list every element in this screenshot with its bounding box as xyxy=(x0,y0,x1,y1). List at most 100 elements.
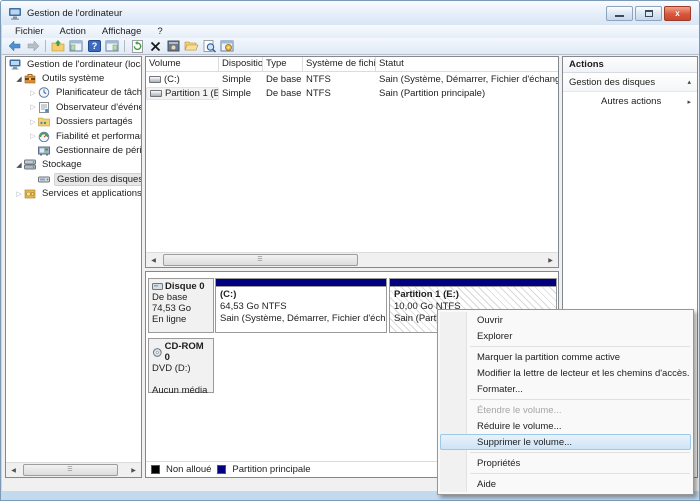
menu-item-proprietes[interactable]: Propriétés xyxy=(440,455,691,471)
menu-item-explorer[interactable]: Explorer xyxy=(440,328,691,344)
actions-autres-actions[interactable]: Autres actions ▸ xyxy=(563,92,697,111)
collapsed-icon[interactable]: ▷ xyxy=(28,103,38,111)
tree-item-root[interactable]: Gestion de l'ordinateur (local) xyxy=(6,57,141,71)
event-viewer-icon xyxy=(38,102,50,113)
forward-icon[interactable] xyxy=(24,38,42,54)
services-icon xyxy=(24,188,36,199)
col-type[interactable]: Type xyxy=(263,57,303,71)
actions-section-gestion-des-disques[interactable]: Gestion des disques ▴ xyxy=(563,73,697,92)
tree-item-gestion-des-disques[interactable]: Gestion des disques xyxy=(6,172,141,186)
volume-status: Sain (Partition principale) xyxy=(376,88,558,99)
disk-status: En ligne xyxy=(152,314,210,325)
scroll-left-icon[interactable]: ◀ xyxy=(146,253,161,268)
maximize-button[interactable] xyxy=(635,6,662,21)
cdrom-name: CD-ROM 0 xyxy=(165,341,210,363)
tree-item-label: Gestion des disques xyxy=(54,173,141,186)
expanded-icon[interactable]: ◢ xyxy=(14,161,24,169)
collapsed-icon[interactable]: ▷ xyxy=(28,118,38,126)
partition-name: Partition 1 (E:) xyxy=(394,289,552,301)
customize-icon[interactable] xyxy=(218,38,236,54)
tree-item-dossiers-partages[interactable]: ▷ Dossiers partagés xyxy=(6,115,141,129)
computer-management-window: Gestion de l'ordinateur x Fichier Action… xyxy=(0,0,700,501)
tree-item-outils-systeme[interactable]: ◢ Outils système xyxy=(6,71,141,85)
menu-item-formater[interactable]: Formater... xyxy=(440,381,691,397)
collapsed-icon[interactable]: ▷ xyxy=(14,190,24,198)
title-bar[interactable]: Gestion de l'ordinateur x xyxy=(1,1,699,25)
partition-c[interactable]: (C:) 64,53 Go NTFS Sain (Système, Démarr… xyxy=(215,278,387,333)
cd-rom-icon xyxy=(152,348,163,357)
tree-horizontal-scrollbar[interactable]: ◀ ☰ ▶ xyxy=(6,462,141,477)
minimize-button[interactable] xyxy=(606,6,633,21)
menu-item-aide[interactable]: Aide xyxy=(440,476,691,492)
scrollbar-thumb[interactable]: ☰ xyxy=(163,254,358,266)
tree-item-label: Stockage xyxy=(40,159,84,170)
col-statut[interactable]: Statut xyxy=(376,57,558,71)
computer-icon xyxy=(9,59,21,70)
show-console-tree-icon[interactable] xyxy=(67,38,85,54)
close-button[interactable]: x xyxy=(664,6,691,21)
menu-item-marquer-active[interactable]: Marquer la partition comme active xyxy=(440,349,691,365)
tree-item-gestionnaire-peripheriques[interactable]: Gestionnaire de périphériques xyxy=(6,143,141,157)
col-disposition[interactable]: Disposition xyxy=(219,57,263,71)
menu-item-ouvrir[interactable]: Ouvrir xyxy=(440,312,691,328)
menu-item-reduire-volume[interactable]: Réduire le volume... xyxy=(440,418,691,434)
flyout-arrow-icon: ▸ xyxy=(687,98,691,106)
volume-list-horizontal-scrollbar[interactable]: ◀ ☰ ▶ xyxy=(146,252,558,267)
col-volume[interactable]: Volume xyxy=(146,57,219,71)
tree-item-fiabilite[interactable]: ▷ Fiabilité et performance xyxy=(6,129,141,143)
partition-primary-bar xyxy=(216,279,386,287)
menu-separator xyxy=(470,399,690,400)
actions-title: Actions xyxy=(563,57,697,73)
cdrom0-header[interactable]: CD-ROM 0 DVD (D:) Aucun média xyxy=(148,338,214,393)
refresh-icon[interactable] xyxy=(128,38,146,54)
actions-section-label: Gestion des disques xyxy=(569,77,687,88)
scrollbar-thumb[interactable]: ☰ xyxy=(23,464,118,476)
open-folder-icon[interactable] xyxy=(182,38,200,54)
cdrom-status: Aucun média xyxy=(152,385,210,396)
up-level-icon[interactable] xyxy=(49,38,67,54)
expanded-icon[interactable]: ◢ xyxy=(14,75,24,83)
collapsed-icon[interactable]: ▷ xyxy=(28,89,38,97)
shared-folders-icon xyxy=(38,116,50,127)
display-options-icon[interactable] xyxy=(200,38,218,54)
partition-size: 64,53 Go NTFS xyxy=(220,301,382,313)
tree-item-label: Dossiers partagés xyxy=(54,116,135,127)
tree-item-services-applications[interactable]: ▷ Services et applications xyxy=(6,187,141,201)
task-scheduler-icon xyxy=(38,87,50,98)
col-systeme-fichiers[interactable]: Système de fichiers xyxy=(303,57,376,71)
volume-row-c[interactable]: (C:) Simple De base NTFS Sain (Système, … xyxy=(146,72,558,87)
tree-item-stockage[interactable]: ◢ Stockage xyxy=(6,158,141,172)
menu-action[interactable]: Action xyxy=(53,25,93,38)
back-icon[interactable] xyxy=(6,38,24,54)
volume-disposition: Simple xyxy=(219,74,263,85)
disk0-header[interactable]: Disque 0 De base 74,53 Go En ligne xyxy=(148,278,214,333)
volume-name: (C:) xyxy=(164,74,180,85)
toolbar-separator xyxy=(124,40,125,52)
scroll-right-icon[interactable]: ▶ xyxy=(543,253,558,268)
menu-help[interactable]: ? xyxy=(150,25,169,38)
menu-bar: Fichier Action Affichage ? xyxy=(2,25,700,38)
device-manager-icon xyxy=(38,145,50,156)
menu-item-supprimer-volume[interactable]: Supprimer le volume... xyxy=(440,434,691,450)
tree-item-observateur[interactable]: ▷ Observateur d'événements xyxy=(6,100,141,114)
volume-row-partition1[interactable]: Partition 1 (E:) Simple De base NTFS Sai… xyxy=(146,87,558,102)
menu-item-modifier-lettre[interactable]: Modifier la lettre de lecteur et les che… xyxy=(440,365,691,381)
help-icon[interactable]: ? xyxy=(85,38,103,54)
menu-fichier[interactable]: Fichier xyxy=(8,25,51,38)
partition-primary-bar xyxy=(390,279,556,287)
properties-icon[interactable] xyxy=(164,38,182,54)
disk-name: Disque 0 xyxy=(165,281,205,292)
drive-icon xyxy=(149,76,161,83)
show-action-pane-icon[interactable] xyxy=(103,38,121,54)
window-title: Gestion de l'ordinateur xyxy=(27,8,122,19)
scroll-right-icon[interactable]: ▶ xyxy=(126,463,141,478)
performance-icon xyxy=(38,131,50,142)
toolbar: ? xyxy=(2,38,700,55)
scroll-left-icon[interactable]: ◀ xyxy=(6,463,21,478)
collapse-icon[interactable]: ▴ xyxy=(687,78,691,86)
autres-actions-label: Autres actions xyxy=(601,96,687,107)
tree-item-planificateur[interactable]: ▷ Planificateur de tâches xyxy=(6,86,141,100)
menu-affichage[interactable]: Affichage xyxy=(95,25,148,38)
collapsed-icon[interactable]: ▷ xyxy=(28,132,38,140)
delete-icon[interactable] xyxy=(146,38,164,54)
